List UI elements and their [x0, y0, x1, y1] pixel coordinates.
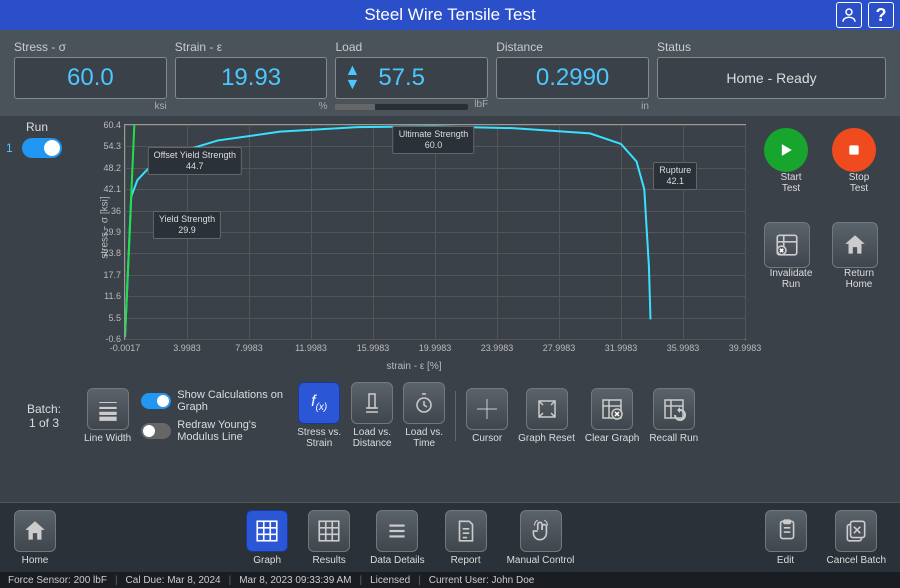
run-column: Run 1	[6, 120, 68, 374]
load-readout: Load ▲▼ 57.5 lbF	[335, 40, 488, 112]
page-title: Steel Wire Tensile Test	[364, 5, 535, 25]
load-updown-icon[interactable]: ▲▼	[344, 64, 360, 92]
invalidate-run-button[interactable]	[764, 222, 810, 268]
chart-xlabel: strain - ε [%]	[386, 361, 441, 372]
status-readout: Status Home - Ready	[657, 40, 886, 112]
status-datetime: Mar 8, 2023 09:33:39 AM	[239, 575, 351, 586]
redraw-modulus-toggle[interactable]	[141, 423, 171, 439]
start-test-button[interactable]	[764, 128, 808, 172]
line-width-button[interactable]: Line Width	[84, 388, 131, 444]
load-bar	[335, 104, 468, 110]
show-calculations-toggle[interactable]	[141, 393, 171, 409]
stress-readout: Stress - σ 60.0 ksi	[14, 40, 167, 112]
recall-run-button[interactable]: Recall Run	[649, 388, 698, 444]
chart-annotation: Rupture42.1	[653, 162, 697, 190]
help-icon[interactable]: ?	[868, 2, 894, 28]
distance-readout: Distance 0.2990 in	[496, 40, 649, 112]
status-current-user: Current User: John Doe	[429, 575, 535, 586]
status-bar: Force Sensor: 200 lbF| Cal Due: Mar 8, 2…	[0, 572, 900, 588]
nav-graph[interactable]: Graph	[246, 510, 288, 566]
run-index: 1	[6, 141, 13, 155]
chart-annotation: Ultimate Strength60.0	[393, 126, 475, 154]
chart-annotation: Yield Strength29.9	[153, 211, 221, 239]
graph-reset-button[interactable]: Graph Reset	[518, 388, 575, 444]
clear-graph-button[interactable]: Clear Graph	[585, 388, 639, 444]
run-toggle[interactable]	[22, 138, 62, 158]
nav-report[interactable]: Report	[445, 510, 487, 566]
nav-results[interactable]: Results	[308, 510, 350, 566]
strain-readout: Strain - ε 19.93 %	[175, 40, 328, 112]
nav-manual-control[interactable]: Manual Control	[507, 510, 575, 566]
chart-ylabel: stress - σ [ksi]	[100, 196, 111, 258]
distance-value[interactable]: 0.2990	[496, 57, 649, 99]
stress-value[interactable]: 60.0	[14, 57, 167, 99]
cursor-button[interactable]: Cursor	[466, 388, 508, 444]
separator	[455, 391, 456, 441]
batch-indicator: Batch: 1 of 3	[14, 402, 74, 430]
readouts-panel: Stress - σ 60.0 ksi Strain - ε 19.93 % L…	[0, 30, 900, 116]
stress-vs-strain-button[interactable]: f(x) Stress vs. Strain	[297, 382, 341, 449]
status-cal-due: Cal Due: Mar 8, 2024	[126, 575, 221, 586]
options-row: Batch: 1 of 3 Line Width Show Calculatio…	[0, 374, 900, 459]
nav-edit[interactable]: Edit	[765, 510, 807, 566]
status-force-sensor: Force Sensor: 200 lbF	[8, 575, 107, 586]
chart-annotation: Offset Yield Strength44.7	[148, 147, 242, 175]
load-value: 57.5	[378, 64, 425, 92]
control-column: Start Test Stop Test Invalidate Run R	[760, 120, 890, 374]
stop-test-button[interactable]	[832, 128, 876, 172]
load-vs-distance-button[interactable]: Load vs. Distance	[351, 382, 393, 449]
nav-data-details[interactable]: Data Details	[370, 510, 424, 566]
chart[interactable]: -0.65.511.617.723.829.93642.148.254.360.…	[74, 120, 754, 374]
nav-cancel-batch[interactable]: Cancel Batch	[827, 510, 886, 566]
load-value-box[interactable]: ▲▼ 57.5	[335, 57, 488, 99]
return-home-button[interactable]	[832, 222, 878, 268]
title-bar: Steel Wire Tensile Test ?	[0, 0, 900, 30]
nav-home[interactable]: Home	[14, 510, 56, 566]
strain-value[interactable]: 19.93	[175, 57, 328, 99]
user-icon[interactable]	[836, 2, 862, 28]
load-vs-time-button[interactable]: Load vs. Time	[403, 382, 445, 449]
status-license: Licensed	[370, 575, 410, 586]
status-value: Home - Ready	[657, 57, 886, 99]
bottom-nav: Home Graph Results Data Details Report M…	[0, 502, 900, 572]
